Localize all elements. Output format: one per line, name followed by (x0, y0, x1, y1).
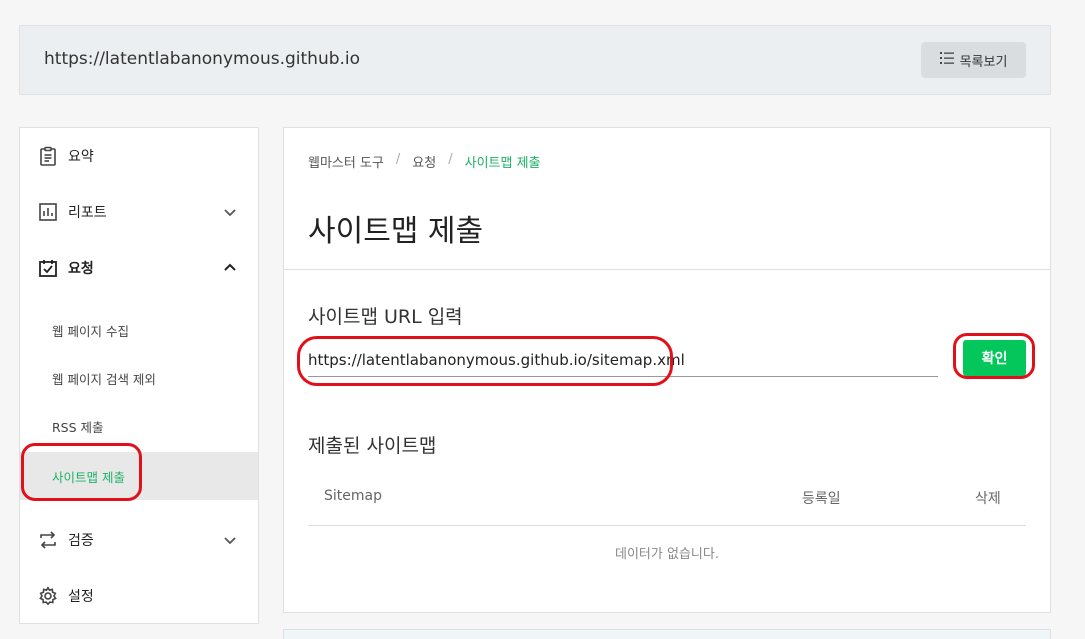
sitemap-url-label: 사이트맵 URL 입력 (308, 306, 463, 328)
confirm-button[interactable]: 확인 (963, 340, 1026, 376)
column-header-date: 등록일 (802, 491, 841, 507)
sidebar-subitem-rss[interactable]: RSS 제출 (20, 402, 258, 450)
breadcrumb-separator: / (395, 152, 401, 167)
breadcrumb-link-request[interactable]: 요청 (412, 152, 436, 171)
site-header-bar: https://latentlabanonymous.github.io 목록보… (19, 25, 1051, 95)
sidebar-item-settings[interactable]: 설정 (20, 576, 258, 616)
column-header-sitemap: Sitemap (324, 488, 382, 504)
chevron-up-icon (222, 260, 238, 276)
breadcrumb-link-webmaster[interactable]: 웹마스터 도구 (308, 152, 384, 171)
sidebar-item-label: 리포트 (68, 205, 107, 221)
breadcrumb-separator: / (448, 152, 453, 167)
sidebar-item-report[interactable]: 리포트 (20, 192, 258, 232)
sitemap-url-input[interactable] (308, 343, 938, 377)
sidebar-item-request[interactable]: 요청 (20, 248, 258, 288)
column-header-delete: 삭제 (975, 491, 1001, 507)
sidebar-item-label: 설정 (68, 589, 94, 605)
page-title: 사이트맵 제출 (308, 214, 484, 249)
sidebar-item-summary[interactable]: 요약 (20, 136, 258, 176)
main-panel: 웹마스터 도구 / 요청 / 사이트맵 제출 사이트맵 제출 사이트맵 URL … (283, 127, 1051, 613)
list-view-button[interactable]: 목록보기 (921, 42, 1026, 78)
sidebar-subitem-label: 사이트맵 제출 (52, 469, 125, 485)
sitemap-table-header: Sitemap 등록일 삭제 (308, 476, 1026, 526)
sidebar-subitem-label: 웹 페이지 검색 제외 (52, 371, 156, 387)
chevron-down-icon (222, 204, 238, 220)
sidebar-item-label: 요청 (68, 261, 94, 277)
sidebar-item-label: 검증 (68, 533, 94, 549)
submitted-sitemaps-title: 제출된 사이트맵 (308, 435, 437, 457)
report-chart-icon (38, 202, 58, 222)
clipboard-icon (38, 146, 58, 166)
list-view-label: 목록보기 (959, 54, 1008, 70)
bottom-panel (283, 629, 1051, 639)
breadcrumb: 웹마스터 도구 / 요청 / 사이트맵 제출 (308, 152, 541, 171)
request-check-icon (38, 258, 58, 278)
table-empty-message: 데이터가 없습니다. (615, 547, 719, 562)
sidebar-subitem-label: 웹 페이지 수집 (52, 323, 129, 339)
sidebar-subitem-label: RSS 제출 (52, 419, 104, 435)
sidebar-subitem-crawl[interactable]: 웹 페이지 수집 (20, 306, 258, 354)
breadcrumb-current: 사이트맵 제출 (464, 156, 541, 171)
sidebar-subitem-exclude[interactable]: 웹 페이지 검색 제외 (20, 354, 258, 402)
gear-icon (38, 586, 58, 606)
sidebar-item-label: 요약 (68, 149, 94, 165)
sidebar: 요약 리포트 요청 웹 페이지 수집 웹 페이지 검색 제외 RSS 제출 사이… (19, 127, 259, 624)
sidebar-subitem-sitemap[interactable]: 사이트맵 제출 (20, 452, 258, 500)
header-divider (284, 269, 1050, 270)
site-url: https://latentlabanonymous.github.io (44, 49, 361, 69)
list-icon (939, 52, 954, 68)
sidebar-item-verify[interactable]: 검증 (20, 520, 258, 560)
arrows-swap-icon (38, 530, 58, 550)
chevron-down-icon (222, 532, 238, 548)
